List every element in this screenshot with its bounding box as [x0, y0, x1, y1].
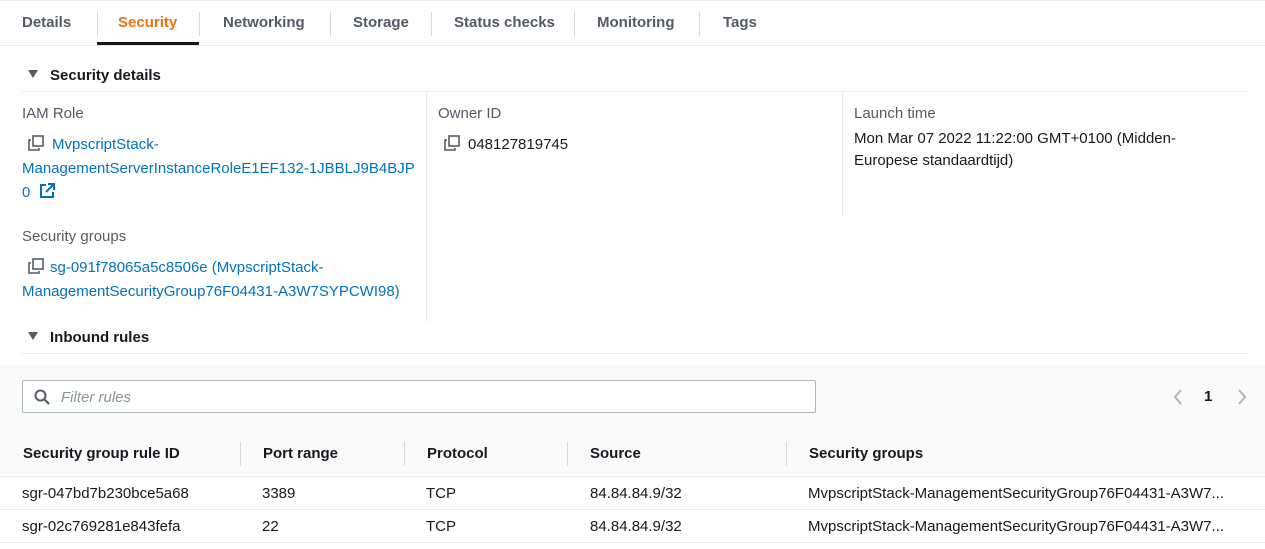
iam-role-value: MvpscriptStack- ManagementServerInstance…: [22, 133, 422, 205]
filter-rules-field[interactable]: [22, 380, 816, 413]
external-link-icon[interactable]: [39, 183, 55, 199]
row-divider: [0, 509, 1265, 510]
row-divider: [0, 542, 1265, 543]
divider: [22, 91, 1248, 92]
security-details-header[interactable]: Security details: [22, 67, 161, 84]
tab-monitoring[interactable]: Monitoring: [575, 0, 696, 46]
security-group-link[interactable]: sg-091f78065a5c8506e (MvpscriptStack-: [50, 259, 324, 276]
security-details-title: Security details: [50, 67, 161, 84]
filter-rules-input[interactable]: [59, 387, 799, 407]
column-separator[interactable]: [240, 442, 241, 466]
column-divider: [842, 92, 843, 216]
cell-source: 84.84.84.9/32: [590, 485, 682, 502]
cell-security-groups: MvpscriptStack-ManagementSecurityGroup76…: [808, 518, 1225, 535]
launch-time-label: Launch time: [854, 105, 936, 122]
inbound-rules-title: Inbound rules: [50, 329, 150, 346]
cell-port-range: 3389: [262, 485, 296, 502]
tab-separator: [699, 12, 700, 36]
chevron-left-icon[interactable]: [1172, 388, 1184, 406]
launch-time-value: Mon Mar 07 2022 11:22:00 GMT+0100 (Midde…: [854, 128, 1176, 172]
page-number[interactable]: 1: [1204, 388, 1212, 405]
cell-source: 84.84.84.9/32: [590, 518, 682, 535]
iam-role-link-line3[interactable]: 0: [22, 184, 30, 201]
column-header-protocol[interactable]: Protocol: [427, 445, 488, 462]
owner-id-label: Owner ID: [438, 105, 502, 122]
column-header-source[interactable]: Source: [590, 445, 641, 462]
divider: [22, 353, 1248, 354]
tab-networking[interactable]: Networking: [201, 0, 327, 46]
cell-security-groups: MvpscriptStack-ManagementSecurityGroup76…: [808, 485, 1225, 502]
search-icon: [34, 389, 50, 405]
column-header-rule-id[interactable]: Security group rule ID: [23, 445, 180, 462]
cell-port-range: 22: [262, 518, 279, 535]
column-header-security-groups[interactable]: Security groups: [809, 445, 923, 462]
owner-id-text: 048127819745: [468, 136, 569, 153]
column-divider: [426, 92, 427, 322]
copy-icon[interactable]: [28, 135, 44, 151]
iam-role-label: IAM Role: [22, 105, 84, 122]
chevron-right-icon[interactable]: [1236, 388, 1248, 406]
column-separator[interactable]: [404, 442, 405, 466]
column-separator[interactable]: [786, 442, 787, 466]
row-divider: [0, 476, 1265, 477]
iam-role-link[interactable]: MvpscriptStack-: [52, 136, 159, 153]
inbound-rules-header[interactable]: Inbound rules: [22, 329, 149, 346]
launch-time-line1: Mon Mar 07 2022 11:22:00 GMT+0100 (Midde…: [854, 130, 1176, 147]
tab-separator: [199, 12, 200, 36]
cell-protocol: TCP: [426, 485, 456, 502]
owner-id-value: 048127819745: [444, 133, 568, 157]
iam-role-link-line2[interactable]: ManagementServerInstanceRoleE1EF132-1JBB…: [22, 157, 422, 181]
tab-tags[interactable]: Tags: [701, 0, 779, 46]
copy-icon[interactable]: [28, 258, 44, 274]
security-groups-value: sg-091f78065a5c8506e (MvpscriptStack- Ma…: [22, 256, 426, 304]
tab-security[interactable]: Security: [96, 0, 199, 46]
cell-rule-id: sgr-02c769281e843fefa: [22, 518, 181, 535]
caret-down-icon: [28, 332, 38, 340]
cell-rule-id: sgr-047bd7b230bce5a68: [22, 485, 189, 502]
column-header-port-range[interactable]: Port range: [263, 445, 338, 462]
security-groups-label: Security groups: [22, 228, 127, 245]
tab-storage[interactable]: Storage: [331, 0, 431, 46]
caret-down-icon: [28, 70, 38, 78]
tab-details[interactable]: Details: [0, 0, 93, 46]
tab-bar: Details Security Networking Storage Stat…: [0, 0, 1265, 46]
column-separator[interactable]: [567, 442, 568, 466]
cell-protocol: TCP: [426, 518, 456, 535]
tab-status-checks[interactable]: Status checks: [432, 0, 577, 46]
launch-time-line2: Europese standaardtijd): [854, 152, 1014, 169]
security-group-link-line2[interactable]: ManagementSecurityGroup76F04431-A3W7SYPC…: [22, 280, 426, 304]
copy-icon[interactable]: [444, 135, 460, 151]
active-tab-indicator: [97, 42, 199, 45]
